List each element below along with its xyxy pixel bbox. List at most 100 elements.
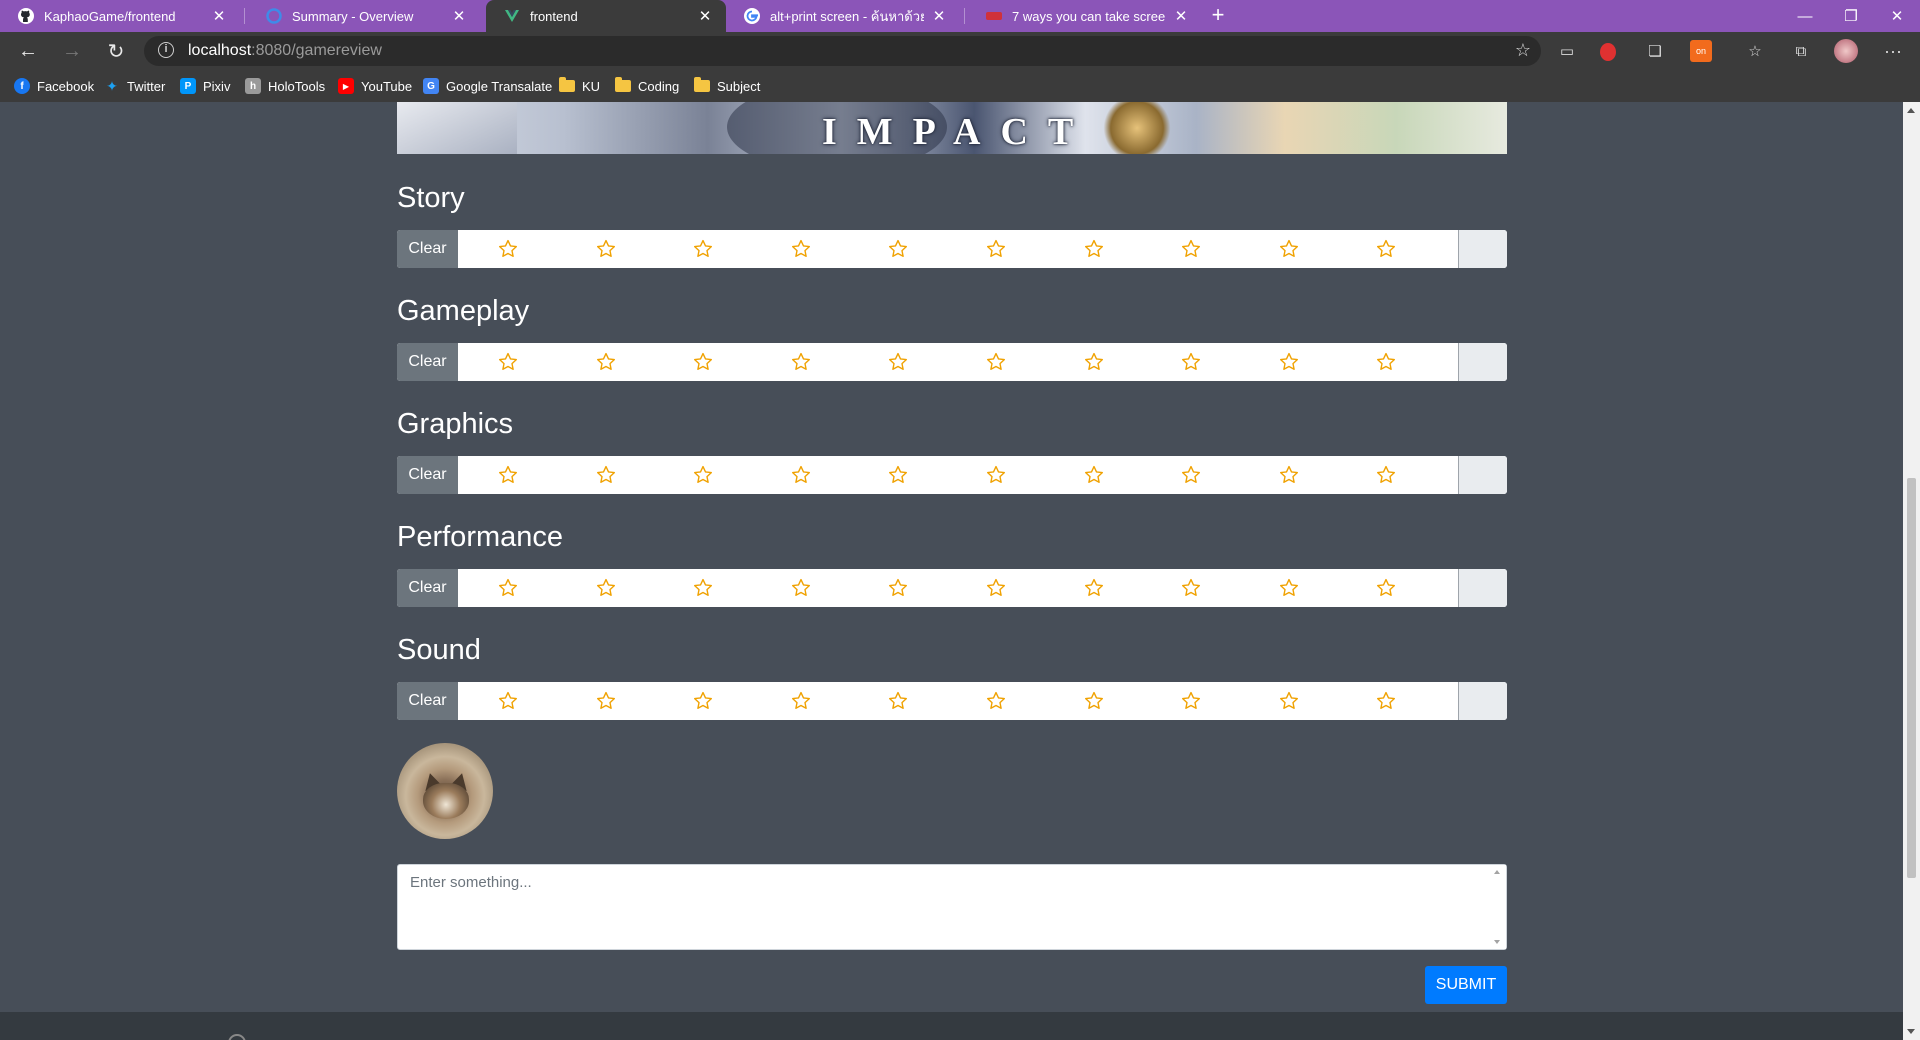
- restore-button[interactable]: ❐: [1828, 0, 1874, 32]
- clear-rating-button[interactable]: Clear: [397, 230, 458, 268]
- star-icon[interactable]: [986, 578, 1006, 598]
- star-icon[interactable]: [693, 352, 713, 372]
- star-icon[interactable]: [1376, 239, 1396, 259]
- scroll-up-arrow[interactable]: [1907, 108, 1915, 113]
- more-menu-icon[interactable]: ···: [1882, 40, 1904, 62]
- star-icon[interactable]: [1084, 239, 1104, 259]
- tab-screenshots-article[interactable]: 7 ways you can take screenshots ✕: [968, 0, 1202, 32]
- star-icon[interactable]: [693, 239, 713, 259]
- star-icon[interactable]: [986, 691, 1006, 711]
- star-icon[interactable]: [791, 239, 811, 259]
- star-icon[interactable]: [1376, 465, 1396, 485]
- star-icon[interactable]: [1279, 465, 1299, 485]
- close-icon[interactable]: ✕: [930, 7, 948, 25]
- star-icon[interactable]: [1181, 578, 1201, 598]
- star-icon[interactable]: [1084, 578, 1104, 598]
- star-icon[interactable]: [888, 352, 908, 372]
- star-icon[interactable]: [1376, 578, 1396, 598]
- star-icon[interactable]: [1181, 352, 1201, 372]
- tab-frontend[interactable]: frontend ✕: [486, 0, 726, 32]
- star-icon[interactable]: [596, 239, 616, 259]
- star-icon[interactable]: [986, 239, 1006, 259]
- star-icon[interactable]: [498, 465, 518, 485]
- star-icon[interactable]: [596, 465, 616, 485]
- star-icon[interactable]: [1376, 352, 1396, 372]
- star-icon[interactable]: [791, 578, 811, 598]
- page-scrollbar[interactable]: [1903, 102, 1920, 1040]
- star-icon[interactable]: [1181, 239, 1201, 259]
- star-icon[interactable]: [888, 239, 908, 259]
- star-icon[interactable]: [888, 465, 908, 485]
- star-icon[interactable]: [1279, 578, 1299, 598]
- star-icon[interactable]: [498, 691, 518, 711]
- star-icon[interactable]: [791, 465, 811, 485]
- bookmark-folder-coding[interactable]: Coding: [615, 70, 679, 102]
- star-icon[interactable]: [1084, 691, 1104, 711]
- star-icon[interactable]: [498, 352, 518, 372]
- tab-google-search[interactable]: alt+print screen - ค้นหาด้วย Goog ✕: [726, 0, 960, 32]
- bookmark-twitter[interactable]: ✦ Twitter: [104, 70, 165, 102]
- adblock-icon[interactable]: [1600, 43, 1616, 61]
- reading-view-icon[interactable]: ▭: [1556, 40, 1578, 62]
- scroll-thumb[interactable]: [1907, 478, 1916, 878]
- star-icon[interactable]: [1279, 239, 1299, 259]
- bookmark-youtube[interactable]: ▶ YouTube: [338, 70, 412, 102]
- star-icon[interactable]: [888, 691, 908, 711]
- star-icon[interactable]: [1181, 465, 1201, 485]
- star-icon[interactable]: [1279, 691, 1299, 711]
- collections-add-icon[interactable]: ⧉: [1790, 40, 1812, 62]
- star-icon[interactable]: [888, 578, 908, 598]
- favorites-icon[interactable]: ☆: [1744, 40, 1766, 62]
- reload-button[interactable]: ↻: [101, 38, 131, 64]
- new-tab-button[interactable]: +: [1205, 4, 1231, 28]
- star-icon[interactable]: [693, 691, 713, 711]
- star-icon[interactable]: [596, 691, 616, 711]
- clear-rating-button[interactable]: Clear: [397, 456, 458, 494]
- back-button[interactable]: ←: [13, 38, 43, 64]
- comment-textarea[interactable]: [398, 865, 1488, 949]
- star-icon[interactable]: [1376, 691, 1396, 711]
- close-window-button[interactable]: ✕: [1874, 0, 1920, 32]
- bookmark-folder-subject[interactable]: Subject: [694, 70, 760, 102]
- star-icon[interactable]: [693, 465, 713, 485]
- bookmark-folder-ku[interactable]: KU: [559, 70, 600, 102]
- profile-avatar[interactable]: [1834, 39, 1858, 63]
- star-icon[interactable]: [693, 578, 713, 598]
- favorite-star-icon[interactable]: ☆: [1515, 40, 1531, 61]
- star-icon[interactable]: [1084, 465, 1104, 485]
- clear-rating-button[interactable]: Clear: [397, 569, 458, 607]
- star-icon[interactable]: [498, 239, 518, 259]
- bookmark-pixiv[interactable]: P Pixiv: [180, 70, 230, 102]
- star-icon[interactable]: [1181, 691, 1201, 711]
- star-icon[interactable]: [498, 578, 518, 598]
- forward-button[interactable]: →: [57, 38, 87, 64]
- close-icon[interactable]: ✕: [696, 7, 714, 25]
- close-icon[interactable]: ✕: [450, 7, 468, 25]
- minimize-button[interactable]: —: [1782, 0, 1828, 32]
- address-bar[interactable]: i localhost:8080/gamereview ☆: [144, 36, 1541, 66]
- bookmark-google-translate[interactable]: G Google Transalate: [423, 70, 552, 102]
- star-icon[interactable]: [791, 691, 811, 711]
- star-icon[interactable]: [986, 352, 1006, 372]
- clear-rating-button[interactable]: Clear: [397, 682, 458, 720]
- bookmark-facebook[interactable]: f Facebook: [14, 70, 94, 102]
- scroll-down-arrow[interactable]: [1907, 1029, 1915, 1034]
- clear-rating-button[interactable]: Clear: [397, 343, 458, 381]
- star-icon[interactable]: [596, 352, 616, 372]
- tab-kaphaogame[interactable]: KaphaoGame/frontend ✕: [0, 0, 240, 32]
- star-icon[interactable]: [986, 465, 1006, 485]
- star-icon[interactable]: [1279, 352, 1299, 372]
- collections-icon[interactable]: ❏: [1644, 40, 1666, 62]
- info-icon[interactable]: i: [158, 42, 174, 58]
- submit-button[interactable]: SUBMIT: [1425, 966, 1507, 1004]
- close-icon[interactable]: ✕: [210, 7, 228, 25]
- close-icon[interactable]: ✕: [1172, 7, 1190, 25]
- textarea-scrollbar[interactable]: [1489, 865, 1506, 949]
- star-icon[interactable]: [791, 352, 811, 372]
- star-icon[interactable]: [596, 578, 616, 598]
- bookmark-holotools[interactable]: h HoloTools: [245, 70, 325, 102]
- address-url[interactable]: localhost:8080/gamereview: [188, 42, 382, 60]
- extension-on-icon[interactable]: on: [1690, 40, 1712, 62]
- star-icon[interactable]: [1084, 352, 1104, 372]
- tab-summary-overview[interactable]: Summary - Overview ✕: [248, 0, 480, 32]
